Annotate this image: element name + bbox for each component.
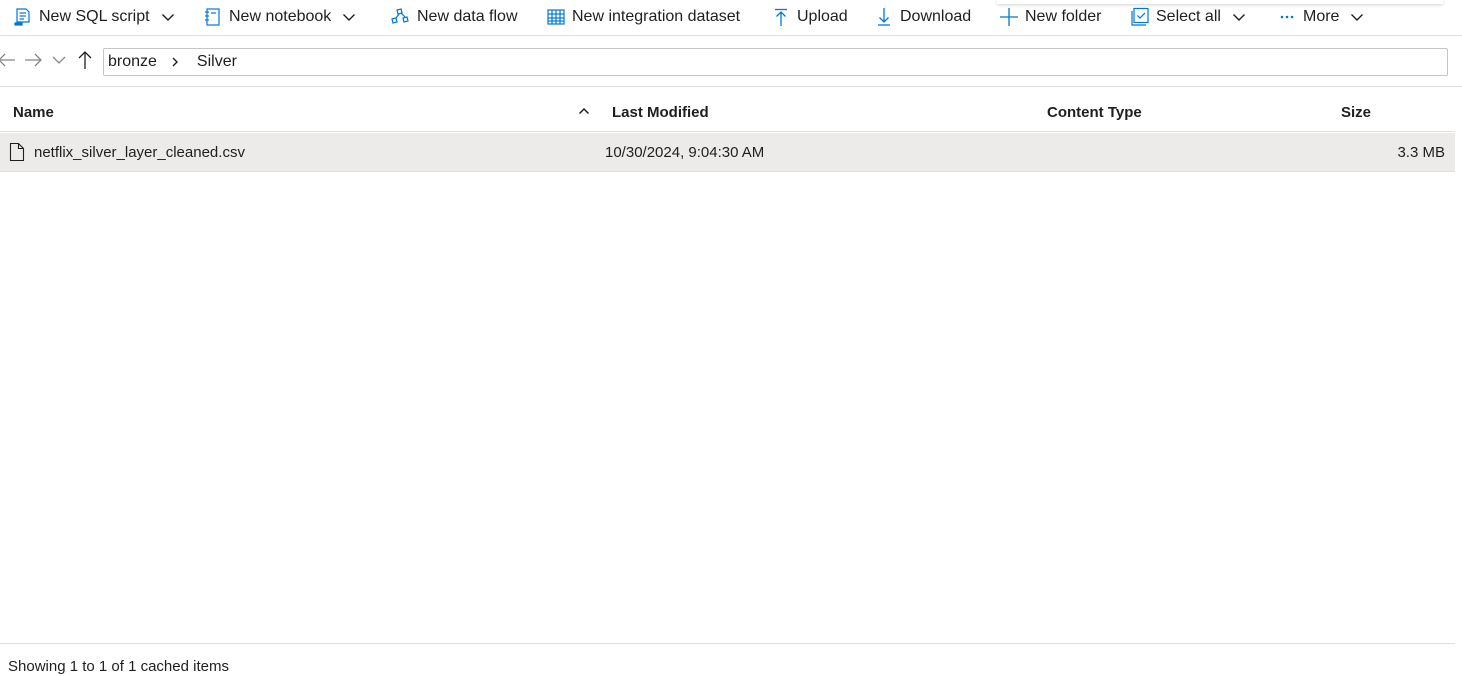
download-arrow-icon (873, 6, 895, 28)
column-header-last-modified-label: Last Modified (612, 103, 709, 121)
file-last-modified: 10/30/2024, 9:04:30 AM (605, 143, 765, 161)
new-sql-script-label: New SQL script (39, 7, 150, 25)
divider (0, 643, 1455, 644)
file-name[interactable]: netflix_silver_layer_cleaned.csv (34, 144, 245, 161)
chevron-down-icon[interactable] (160, 9, 176, 25)
new-folder-button[interactable]: New folder (998, 0, 1101, 33)
status-text: Showing 1 to 1 of 1 cached items (8, 658, 229, 675)
command-toolbar: New SQL script New notebook New data flo… (0, 0, 1462, 36)
select-all-checkbox-icon (1129, 6, 1151, 28)
plus-icon (998, 6, 1020, 28)
breadcrumb[interactable]: bronze Silver (103, 48, 1448, 76)
navigation-bar: bronze Silver (0, 44, 1462, 80)
table-row[interactable]: netflix_silver_layer_cleaned.csv 10/30/2… (0, 133, 1455, 172)
new-data-flow-button[interactable]: New data flow (390, 0, 518, 33)
more-button[interactable]: More (1276, 0, 1365, 33)
chevron-down-icon[interactable] (1349, 9, 1365, 25)
new-sql-script-button[interactable]: New SQL script (12, 0, 176, 33)
select-all-label: Select all (1156, 7, 1221, 25)
file-size: 3.3 MB (1397, 143, 1445, 161)
new-data-flow-label: New data flow (417, 7, 518, 25)
select-all-button[interactable]: Select all (1129, 0, 1247, 33)
sql-script-icon (12, 6, 34, 28)
upload-label: Upload (797, 7, 848, 25)
column-header-name[interactable]: Name (13, 92, 54, 132)
new-integration-dataset-button[interactable]: New integration dataset (545, 0, 740, 33)
new-integration-dataset-label: New integration dataset (572, 7, 741, 25)
new-notebook-button[interactable]: New notebook (202, 0, 357, 33)
column-header-last-modified[interactable]: Last Modified (612, 92, 709, 132)
download-label: Download (900, 7, 972, 25)
new-notebook-label: New notebook (229, 7, 332, 25)
recent-locations-chevron-icon[interactable] (48, 49, 70, 71)
sort-ascending-icon[interactable] (577, 104, 591, 118)
column-header-name-label: Name (13, 103, 54, 121)
chevron-down-icon[interactable] (1231, 9, 1247, 25)
new-folder-label: New folder (1025, 7, 1102, 25)
upload-arrow-icon (770, 6, 792, 28)
divider (0, 86, 1462, 87)
table-grid-icon (545, 6, 567, 28)
back-arrow-icon[interactable] (0, 49, 18, 71)
forward-arrow-icon[interactable] (22, 49, 44, 71)
column-header-content-type[interactable]: Content Type (1047, 92, 1142, 132)
ellipsis-icon (1276, 6, 1298, 28)
column-header-content-type-label: Content Type (1047, 103, 1142, 121)
column-header-size-label: Size (1341, 103, 1372, 121)
file-table-header: Name Last Modified Content Type Size (0, 92, 1455, 132)
breadcrumb-item-silver[interactable]: Silver (197, 53, 237, 71)
up-arrow-icon[interactable] (74, 49, 96, 71)
notebook-icon (202, 6, 224, 28)
column-header-size[interactable]: Size (1341, 92, 1371, 132)
more-label: More (1303, 7, 1340, 25)
chevron-down-icon[interactable] (341, 9, 357, 25)
chevron-right-icon (169, 55, 183, 69)
download-button[interactable]: Download (873, 0, 971, 33)
upload-button[interactable]: Upload (770, 0, 848, 33)
breadcrumb-item-bronze[interactable]: bronze (108, 53, 157, 71)
data-flow-icon (390, 6, 412, 28)
file-icon (9, 142, 25, 162)
row-file-cell[interactable]: netflix_silver_layer_cleaned.csv (9, 133, 245, 171)
